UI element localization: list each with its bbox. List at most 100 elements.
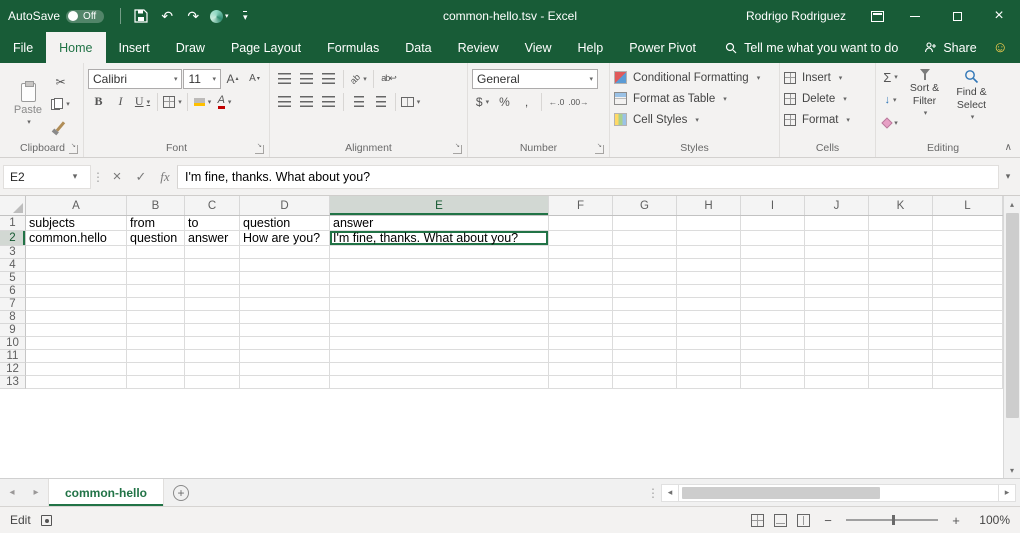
sheet-tab-common-hello[interactable]: common-hello xyxy=(48,479,164,506)
cell-K12[interactable] xyxy=(869,363,933,376)
format-painter-button[interactable] xyxy=(50,116,71,136)
cell-L6[interactable] xyxy=(933,285,1003,298)
zoom-slider-thumb[interactable] xyxy=(892,515,895,525)
cell-A5[interactable] xyxy=(26,272,127,285)
cell-G10[interactable] xyxy=(613,337,677,350)
row-header-1[interactable]: 1 xyxy=(0,216,26,231)
cell-K11[interactable] xyxy=(869,350,933,363)
clipboard-dialog-launcher[interactable] xyxy=(69,145,78,154)
copy-button[interactable] xyxy=(50,94,71,114)
cell-J12[interactable] xyxy=(805,363,869,376)
cell-C6[interactable] xyxy=(185,285,240,298)
cell-A4[interactable] xyxy=(26,259,127,272)
cell-L13[interactable] xyxy=(933,376,1003,389)
tab-power-pivot[interactable]: Power Pivot xyxy=(616,32,709,63)
cell-J3[interactable] xyxy=(805,246,869,259)
formula-bar-splitter[interactable]: ⋮ xyxy=(91,170,105,184)
tab-view[interactable]: View xyxy=(512,32,565,63)
cell-J9[interactable] xyxy=(805,324,869,337)
cell-E9[interactable] xyxy=(330,324,549,337)
undo-button[interactable]: ↶ xyxy=(155,3,179,29)
cancel-entry-button[interactable]: × xyxy=(105,165,129,189)
cell-A2[interactable]: common.hello xyxy=(26,231,127,246)
alignment-dialog-launcher[interactable] xyxy=(453,145,462,154)
underline-button[interactable]: U xyxy=(132,92,153,112)
select-all-corner[interactable] xyxy=(0,196,26,215)
cell-K1[interactable] xyxy=(869,216,933,231)
vertical-scrollbar[interactable]: ▴ ▾ xyxy=(1003,196,1020,478)
column-header-A[interactable]: A xyxy=(26,196,127,215)
zoom-slider[interactable] xyxy=(846,519,938,521)
cell-D5[interactable] xyxy=(240,272,330,285)
cell-I12[interactable] xyxy=(741,363,805,376)
cell-J8[interactable] xyxy=(805,311,869,324)
cell-C3[interactable] xyxy=(185,246,240,259)
cell-I6[interactable] xyxy=(741,285,805,298)
cell-I9[interactable] xyxy=(741,324,805,337)
cell-D3[interactable] xyxy=(240,246,330,259)
zoom-in-button[interactable]: + xyxy=(948,513,964,528)
cell-A6[interactable] xyxy=(26,285,127,298)
cell-I10[interactable] xyxy=(741,337,805,350)
maximize-button[interactable] xyxy=(936,0,978,32)
clear-button[interactable] xyxy=(880,113,901,133)
cell-C4[interactable] xyxy=(185,259,240,272)
cell-D11[interactable] xyxy=(240,350,330,363)
column-header-G[interactable]: G xyxy=(613,196,677,215)
cell-C11[interactable] xyxy=(185,350,240,363)
cell-E5[interactable] xyxy=(330,272,549,285)
cell-F1[interactable] xyxy=(549,216,613,231)
next-sheet-button[interactable] xyxy=(24,479,48,506)
cell-D1[interactable]: question xyxy=(240,216,330,231)
cell-A12[interactable] xyxy=(26,363,127,376)
format-as-table-button[interactable]: Format as Table xyxy=(614,88,775,109)
cell-B12[interactable] xyxy=(127,363,185,376)
scroll-left-arrow-icon[interactable] xyxy=(661,484,679,502)
cell-B6[interactable] xyxy=(127,285,185,298)
cell-H7[interactable] xyxy=(677,298,741,311)
row-header-2[interactable]: 2 xyxy=(0,231,26,246)
cell-A9[interactable] xyxy=(26,324,127,337)
scroll-right-arrow-icon[interactable] xyxy=(998,484,1016,502)
cell-L4[interactable] xyxy=(933,259,1003,272)
cell-J6[interactable] xyxy=(805,285,869,298)
cell-A7[interactable] xyxy=(26,298,127,311)
cell-D13[interactable] xyxy=(240,376,330,389)
cell-E11[interactable] xyxy=(330,350,549,363)
cell-B7[interactable] xyxy=(127,298,185,311)
column-header-E[interactable]: E xyxy=(330,196,549,215)
cell-L10[interactable] xyxy=(933,337,1003,350)
cell-G8[interactable] xyxy=(613,311,677,324)
cell-F8[interactable] xyxy=(549,311,613,324)
cell-B2[interactable]: question xyxy=(127,231,185,246)
insert-function-button[interactable]: fx xyxy=(153,165,177,189)
cell-H12[interactable] xyxy=(677,363,741,376)
expand-formula-bar-button[interactable] xyxy=(999,171,1017,182)
cell-I3[interactable] xyxy=(741,246,805,259)
cell-F10[interactable] xyxy=(549,337,613,350)
horizontal-scroll-thumb[interactable] xyxy=(682,487,880,499)
delete-cells-button[interactable]: Delete xyxy=(784,88,871,109)
cell-D8[interactable] xyxy=(240,311,330,324)
cell-K4[interactable] xyxy=(869,259,933,272)
cell-G6[interactable] xyxy=(613,285,677,298)
cell-B5[interactable] xyxy=(127,272,185,285)
cell-F11[interactable] xyxy=(549,350,613,363)
cell-D7[interactable] xyxy=(240,298,330,311)
cell-L3[interactable] xyxy=(933,246,1003,259)
bottom-align-button[interactable] xyxy=(318,69,339,89)
cell-G11[interactable] xyxy=(613,350,677,363)
cell-H8[interactable] xyxy=(677,311,741,324)
conditional-formatting-button[interactable]: Conditional Formatting xyxy=(614,67,775,88)
previous-sheet-button[interactable] xyxy=(0,479,24,506)
cell-C13[interactable] xyxy=(185,376,240,389)
cell-J10[interactable] xyxy=(805,337,869,350)
bold-button[interactable]: B xyxy=(88,92,109,112)
cell-I5[interactable] xyxy=(741,272,805,285)
tab-page-layout[interactable]: Page Layout xyxy=(218,32,314,63)
cell-I13[interactable] xyxy=(741,376,805,389)
row-header-9[interactable]: 9 xyxy=(0,324,26,337)
cell-D12[interactable] xyxy=(240,363,330,376)
decrease-decimal-button[interactable] xyxy=(568,92,589,112)
cell-G13[interactable] xyxy=(613,376,677,389)
